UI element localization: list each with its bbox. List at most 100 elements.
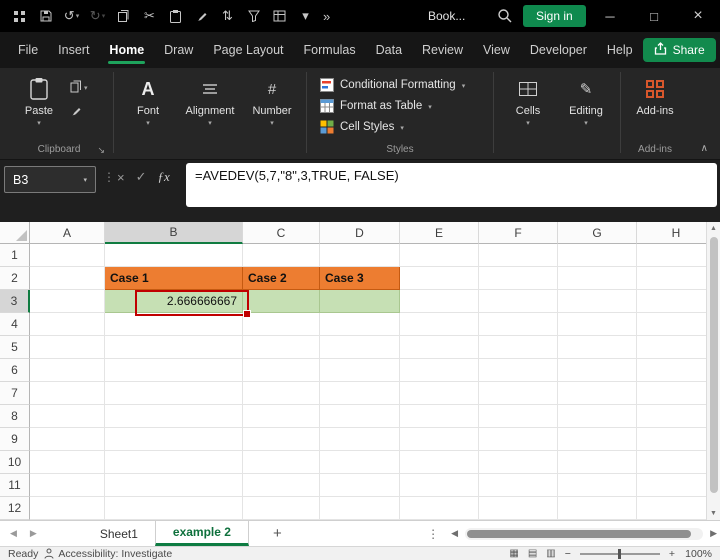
- cell-H11[interactable]: [637, 474, 716, 497]
- page-layout-view-icon[interactable]: ▤: [528, 548, 537, 559]
- row-header-10[interactable]: 10: [0, 451, 30, 474]
- undo-icon[interactable]: ↺▾: [60, 3, 83, 29]
- cell-F3[interactable]: [479, 290, 558, 313]
- tab-help[interactable]: Help: [597, 32, 643, 68]
- hscroll-right-icon[interactable]: ▶: [710, 528, 717, 539]
- cell-G11[interactable]: [558, 474, 637, 497]
- scroll-up-icon[interactable]: ▲: [710, 222, 717, 235]
- cancel-icon[interactable]: ×: [117, 170, 125, 185]
- column-header-E[interactable]: E: [400, 222, 479, 244]
- cell-H9[interactable]: [637, 428, 716, 451]
- row-header-4[interactable]: 4: [0, 313, 30, 336]
- cell-A4[interactable]: [30, 313, 105, 336]
- row-header-6[interactable]: 6: [0, 359, 30, 382]
- tab-developer[interactable]: Developer: [520, 32, 597, 68]
- select-all-corner[interactable]: [0, 222, 30, 244]
- cell-E4[interactable]: [400, 313, 479, 336]
- apps-icon[interactable]: [8, 3, 31, 29]
- cell-D3[interactable]: [320, 290, 400, 313]
- page-break-view-icon[interactable]: ▥: [546, 548, 555, 559]
- cell-D1[interactable]: [320, 244, 400, 267]
- conditional-formatting-button[interactable]: Conditional Formatting ▾: [320, 78, 465, 92]
- sheet-tab-sheet1[interactable]: Sheet1: [83, 521, 155, 546]
- tab-page-layout[interactable]: Page Layout: [203, 32, 293, 68]
- sheetbar-overflow-icon[interactable]: ⋮: [427, 527, 439, 541]
- format-painter-button[interactable]: [70, 105, 88, 117]
- maximize-button[interactable]: □: [632, 0, 676, 32]
- vertical-scroll-thumb[interactable]: [710, 237, 718, 493]
- cell-G5[interactable]: [558, 336, 637, 359]
- cell-C10[interactable]: [243, 451, 320, 474]
- name-box[interactable]: B3 ▾: [4, 166, 96, 193]
- cell-C5[interactable]: [243, 336, 320, 359]
- share-button[interactable]: Share: [643, 38, 716, 62]
- cell-E11[interactable]: [400, 474, 479, 497]
- cell-B6[interactable]: [105, 359, 243, 382]
- vertical-scrollbar[interactable]: ▲ ▼: [706, 222, 720, 520]
- column-header-A[interactable]: A: [30, 222, 105, 244]
- row-header-11[interactable]: 11: [0, 474, 30, 497]
- cell-B9[interactable]: [105, 428, 243, 451]
- tab-home[interactable]: Home: [99, 32, 154, 68]
- cell-H1[interactable]: [637, 244, 716, 267]
- scroll-down-icon[interactable]: ▼: [710, 507, 717, 520]
- cell-A1[interactable]: [30, 244, 105, 267]
- cell-F4[interactable]: [479, 313, 558, 336]
- cell-F9[interactable]: [479, 428, 558, 451]
- alignment-group-button[interactable]: Alignment ▾: [180, 68, 240, 159]
- cell-H4[interactable]: [637, 313, 716, 336]
- cell-G12[interactable]: [558, 497, 637, 520]
- clipboard-icon[interactable]: [164, 3, 187, 29]
- sort-icon[interactable]: ⇅: [216, 3, 239, 29]
- cell-B8[interactable]: [105, 405, 243, 428]
- tab-formulas[interactable]: Formulas: [294, 32, 366, 68]
- cell-H7[interactable]: [637, 382, 716, 405]
- horizontal-scroll-thumb[interactable]: [467, 530, 691, 538]
- table-icon[interactable]: [268, 3, 291, 29]
- cell-G9[interactable]: [558, 428, 637, 451]
- cell-H2[interactable]: [637, 267, 716, 290]
- row-header-8[interactable]: 8: [0, 405, 30, 428]
- cell-D9[interactable]: [320, 428, 400, 451]
- cell-F12[interactable]: [479, 497, 558, 520]
- cell-H3[interactable]: [637, 290, 716, 313]
- copy-button[interactable]: ▾: [70, 80, 88, 93]
- cell-G1[interactable]: [558, 244, 637, 267]
- cut-icon[interactable]: ✂: [138, 3, 161, 29]
- cell-C11[interactable]: [243, 474, 320, 497]
- tab-draw[interactable]: Draw: [154, 32, 203, 68]
- cell-B11[interactable]: [105, 474, 243, 497]
- format-as-table-button[interactable]: Format as Table ▾: [320, 99, 465, 113]
- editing-group-button[interactable]: ✎ Editing ▾: [560, 68, 612, 159]
- tab-file[interactable]: File: [8, 32, 48, 68]
- search-icon[interactable]: [497, 8, 512, 23]
- column-header-G[interactable]: G: [558, 222, 637, 244]
- collapse-ribbon-icon[interactable]: ∧: [701, 143, 708, 154]
- cell-H10[interactable]: [637, 451, 716, 474]
- cell-B3[interactable]: 2.666666667: [105, 290, 243, 313]
- qat-overflow-icon[interactable]: »: [323, 9, 330, 24]
- cell-A10[interactable]: [30, 451, 105, 474]
- redo-icon[interactable]: ↻▾: [86, 3, 109, 29]
- cell-E1[interactable]: [400, 244, 479, 267]
- cell-B7[interactable]: [105, 382, 243, 405]
- cell-C3[interactable]: [243, 290, 320, 313]
- cell-C6[interactable]: [243, 359, 320, 382]
- cell-E6[interactable]: [400, 359, 479, 382]
- enter-icon[interactable]: ✓: [136, 169, 147, 185]
- row-header-12[interactable]: 12: [0, 497, 30, 520]
- cell-G10[interactable]: [558, 451, 637, 474]
- cell-A5[interactable]: [30, 336, 105, 359]
- cell-A7[interactable]: [30, 382, 105, 405]
- cell-C2[interactable]: Case 2: [243, 267, 320, 290]
- filter-icon[interactable]: [242, 3, 265, 29]
- sign-in-button[interactable]: Sign in: [523, 5, 586, 27]
- format-painter-icon[interactable]: [190, 3, 213, 29]
- cell-A9[interactable]: [30, 428, 105, 451]
- add-sheet-button[interactable]: +: [273, 525, 282, 542]
- cell-styles-button[interactable]: Cell Styles ▾: [320, 120, 465, 134]
- cell-C7[interactable]: [243, 382, 320, 405]
- cell-D7[interactable]: [320, 382, 400, 405]
- cell-D4[interactable]: [320, 313, 400, 336]
- formula-input[interactable]: =AVEDEV(5,7,"8",3,TRUE, FALSE): [186, 163, 717, 207]
